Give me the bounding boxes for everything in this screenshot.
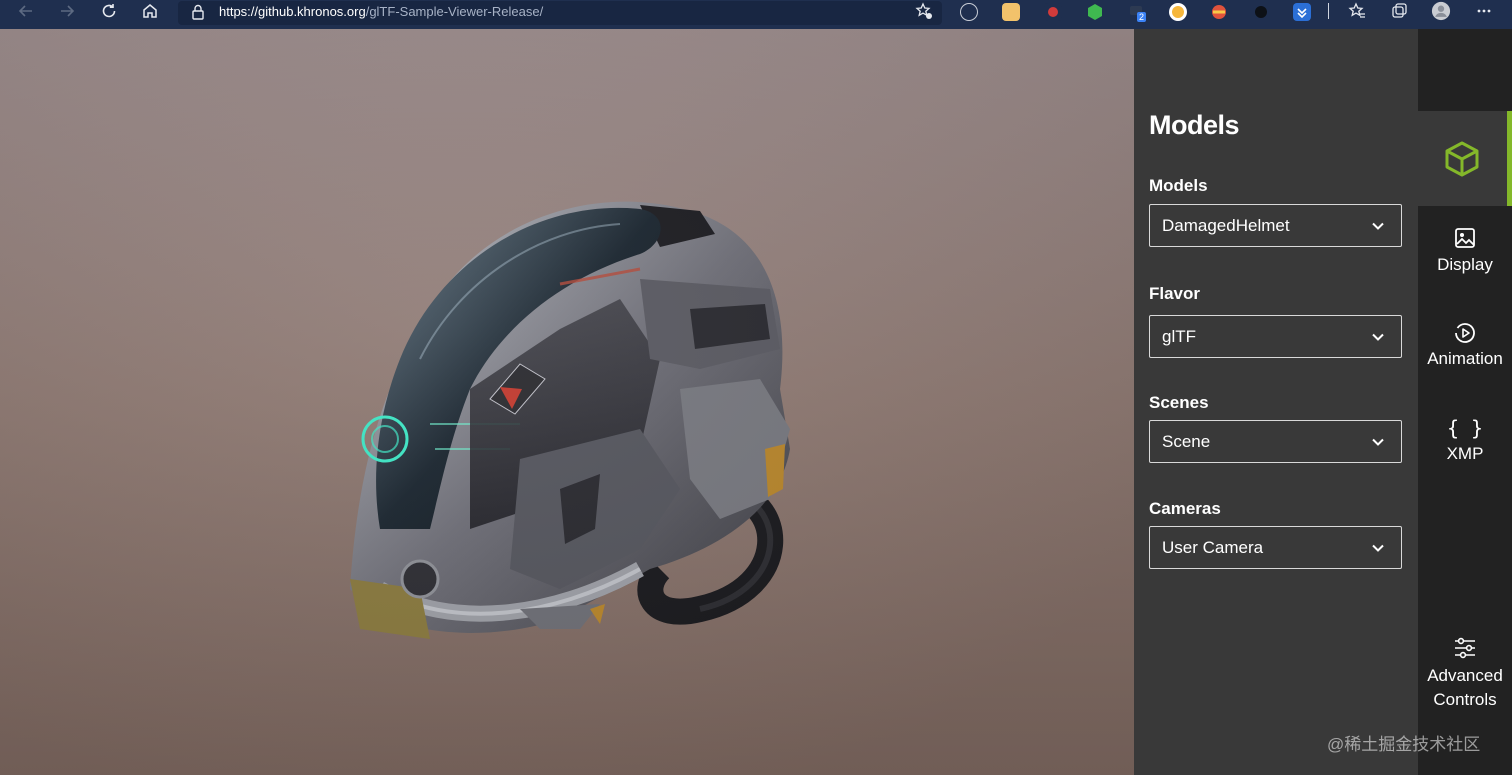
sliders-icon [1418,636,1512,664]
models-select-value: DamagedHelmet [1162,216,1290,235]
chevron-down-icon [1371,219,1385,238]
flavor-label: Flavor [1149,284,1201,303]
tab-display-label: Display [1437,255,1493,274]
models-panel: Models Models DamagedHelmet Flavor glTF … [1134,29,1418,775]
extension-icon-1[interactable] [960,3,978,21]
watermark: @稀土掘金技术社区 [1327,735,1481,754]
tab-advanced-controls[interactable]: Advanced Controls [1418,636,1512,716]
active-tab-indicator [1507,111,1512,206]
extension-icon-6[interactable] [1169,3,1187,21]
tab-advanced-label-2: Controls [1433,690,1497,709]
flavor-select-value: glTF [1162,327,1196,346]
image-icon [1418,227,1512,253]
more-icon[interactable] [1474,1,1494,21]
extension-icon-8[interactable] [1252,3,1270,21]
extension-icon-7[interactable] [1210,3,1228,21]
scenes-select-value: Scene [1162,432,1211,451]
model-viewport[interactable] [0,29,1134,775]
forward-icon[interactable] [57,1,77,21]
add-favorite-icon[interactable] [914,1,934,21]
url-host: https://github.khronos.org [219,4,366,19]
profile-icon[interactable] [1431,1,1451,21]
lock-icon[interactable] [191,3,205,26]
models-select[interactable]: DamagedHelmet [1149,204,1402,247]
home-icon[interactable] [140,1,160,21]
cameras-select-value: User Camera [1162,538,1264,557]
extension-badge: 2 [1137,12,1147,22]
tab-xmp[interactable]: { } XMP [1418,416,1512,476]
extension-icon-3[interactable] [1044,3,1062,21]
extension-icon-5[interactable]: 2 [1128,3,1147,22]
chevron-down-icon [1371,435,1385,454]
tab-animation-label: Animation [1427,349,1503,368]
favorites-icon[interactable] [1347,1,1367,21]
tab-advanced-label-1: Advanced [1427,666,1503,685]
tab-models[interactable] [1418,111,1512,206]
chevron-down-icon [1371,541,1385,560]
url-text[interactable]: https://github.khronos.org/glTF-Sample-V… [219,4,543,19]
back-icon[interactable] [16,1,36,21]
play-circle-icon [1418,321,1512,347]
tab-xmp-label: XMP [1446,444,1484,463]
extension-icon-9[interactable] [1293,3,1311,21]
collections-icon[interactable] [1389,1,1409,21]
braces-icon: { } [1446,416,1484,440]
models-label: Models [1149,176,1208,195]
tab-bar: Display Animation { } XMP Advanced Contr… [1418,29,1512,775]
tab-display[interactable]: Display [1418,227,1512,287]
url-path: /glTF-Sample-Viewer-Release/ [365,4,544,19]
refresh-icon[interactable] [99,1,119,21]
cube-icon [1443,140,1481,183]
cameras-label: Cameras [1149,499,1221,518]
browser-toolbar: https://github.khronos.org/glTF-Sample-V… [0,0,1512,29]
scenes-label: Scenes [1149,393,1209,412]
tab-animation[interactable]: Animation [1418,321,1512,381]
extension-icon-4[interactable] [1086,3,1104,21]
cameras-select[interactable]: User Camera [1149,526,1402,569]
toolbar-divider [1328,3,1329,19]
chevron-down-icon [1371,330,1385,349]
panel-title: Models [1149,110,1240,140]
scenes-select[interactable]: Scene [1149,420,1402,463]
extension-icon-2[interactable] [1002,3,1020,21]
flavor-select[interactable]: glTF [1149,315,1402,358]
damaged-helmet-model [350,201,790,639]
